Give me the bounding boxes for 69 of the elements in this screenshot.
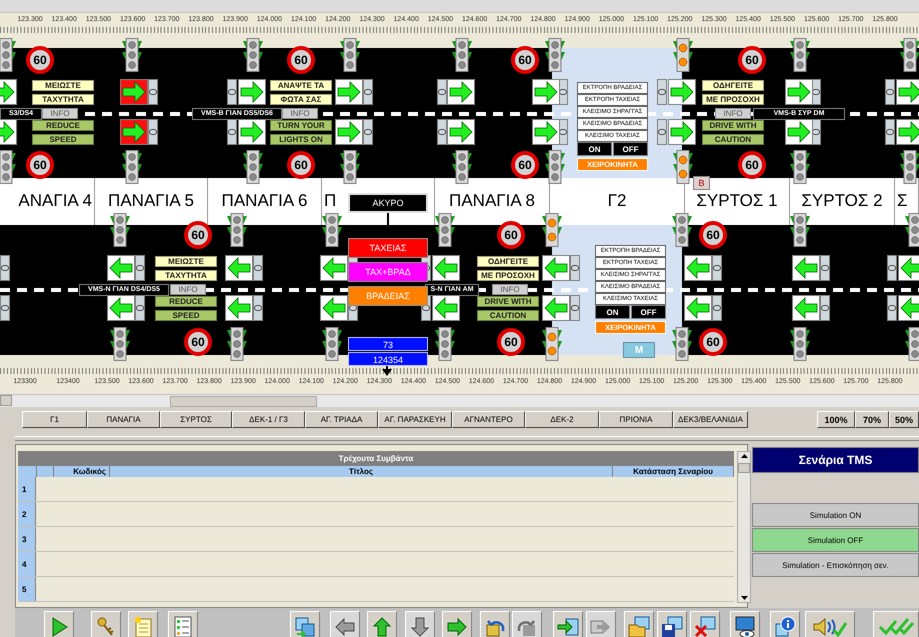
row-number: 2: [18, 502, 36, 526]
off-button[interactable]: OFF: [613, 142, 648, 156]
simulation-button[interactable]: Simulation ON: [752, 503, 919, 527]
section-name[interactable]: Γ2: [608, 191, 626, 212]
column-header[interactable]: Τίτλος: [110, 466, 614, 477]
section-name[interactable]: ΣΥΡΤΟΣ 1: [696, 191, 778, 212]
section-tab[interactable]: ΔΕΚ-1 / Γ3: [232, 411, 305, 428]
vms-message: DRIVE WITH: [477, 296, 539, 307]
section-name[interactable]: ΑΝΑΓΙΑ 4: [18, 191, 92, 212]
position-readout: 73: [348, 337, 428, 351]
section-name[interactable]: Σ: [897, 191, 908, 212]
section-tab[interactable]: ΠΑΝΑΓΙΑ: [87, 411, 160, 428]
column-header[interactable]: Κατάσταση Σεναρίου: [613, 466, 734, 477]
vms-message: SPEED: [32, 134, 94, 145]
vms-message: LIGHTS ON: [270, 134, 332, 145]
info-button[interactable]: INFO: [715, 108, 751, 119]
vms-message: DRIVE WITH: [702, 120, 764, 131]
vms-message: ΜΕ ΠΡΟΣΟΧΗ: [702, 94, 764, 105]
row-number: 5: [18, 577, 36, 601]
info-button[interactable]: INFO: [170, 284, 206, 295]
section-tab[interactable]: ΑΓ. ΠΑΡΑΣΚΕΥΗ: [378, 411, 452, 428]
cancel-button[interactable]: ΑΚΥΡΟ: [348, 193, 428, 213]
section-name[interactable]: ΠΑΝΑΓΙΑ 8: [449, 191, 535, 212]
vms-message: CAUTION: [477, 310, 539, 321]
vms-message: ΦΩΤΑ ΣΑΣ: [270, 94, 332, 105]
vms-message: REDUCE: [32, 120, 94, 131]
column-header[interactable]: Κωδικός: [54, 466, 110, 477]
section-name[interactable]: Π: [324, 191, 336, 212]
info-button[interactable]: INFO: [492, 284, 528, 295]
vms-message: TURN YOUR: [270, 120, 332, 131]
vms-message: CAUTION: [702, 134, 764, 145]
section-tab[interactable]: ΔΕΚ-2: [525, 411, 599, 428]
vms-message: ΜΕΙΩΣΤΕ: [155, 256, 217, 267]
section-name[interactable]: ΠΑΝΑΓΙΑ 5: [108, 191, 194, 212]
info-button[interactable]: INFO: [42, 108, 78, 119]
info-button[interactable]: INFO: [282, 108, 318, 119]
section-tab[interactable]: ΔΕΚ3/ΒΕΛΑΝΙΔΙΑ: [673, 411, 748, 428]
zoom-button[interactable]: 70%: [855, 411, 889, 428]
section-tab[interactable]: Γ1: [22, 411, 87, 428]
position-readout: 124354: [348, 352, 428, 366]
row-number: 1: [18, 477, 36, 501]
simulation-button[interactable]: Simulation OFF: [752, 528, 919, 552]
section-name[interactable]: ΠΑΝΑΓΙΑ 6: [222, 191, 308, 212]
vms-message: ΜΕ ΠΡΟΣΟΧΗ: [477, 270, 539, 281]
off-button[interactable]: OFF: [631, 305, 666, 319]
vms-message: ΑΝΑΨΤΕ ΤΑ: [270, 80, 332, 91]
section-tab[interactable]: ΑΓ. ΤΡΙΑΔΑ: [305, 411, 378, 428]
vms-message: REDUCE: [155, 296, 217, 307]
vms-message: ΤΑΧΥΤΗΤΑ: [155, 270, 217, 281]
on-button[interactable]: ON: [595, 305, 630, 319]
vms-message: ΟΔΗΓΕΙΤΕ: [702, 80, 764, 91]
section-name[interactable]: ΣΥΡΤΟΣ 2: [801, 191, 883, 212]
zoom-button[interactable]: 100%: [817, 411, 855, 428]
panel-button[interactable]: B: [693, 176, 710, 190]
row-number: 3: [18, 527, 36, 551]
on-button[interactable]: ON: [577, 142, 612, 156]
vms-message: SPEED: [155, 310, 217, 321]
vms-message: ΜΕΙΩΣΤΕ: [32, 80, 94, 91]
section-tab[interactable]: ΑΓΝΑΝΤΕΡΟ: [452, 411, 525, 428]
table-title: Τρέχουτα Συμβάντα: [18, 451, 734, 466]
vms-message: ΟΔΗΓΕΙΤΕ: [477, 256, 539, 267]
panel-title: Σενάρια TMS: [752, 447, 919, 473]
zoom-button[interactable]: 50%: [889, 411, 919, 428]
simulation-button[interactable]: Simulation - Επισκόπηση σεν.: [752, 553, 919, 577]
vms-message: ΤΑΧΥΤΗΤΑ: [32, 94, 94, 105]
section-tab[interactable]: ΠΡΙΟΝΙΑ: [599, 411, 673, 428]
lane-option-button[interactable]: ΤΑΧΕΙΑΣ: [348, 238, 428, 258]
section-tab[interactable]: ΣΥΡΤΟΣ: [160, 411, 232, 428]
row-number: 4: [18, 552, 36, 576]
